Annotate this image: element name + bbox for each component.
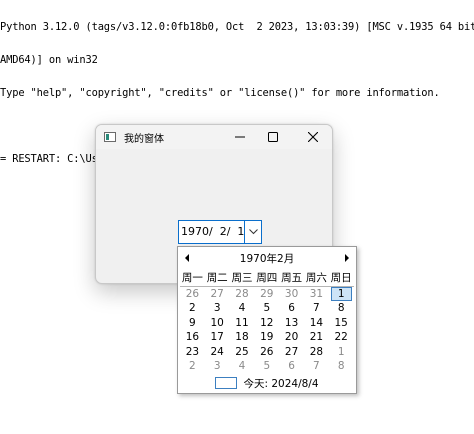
calendar-day[interactable]: 25: [230, 345, 255, 359]
calendar-day[interactable]: 8: [329, 359, 354, 373]
calendar-day[interactable]: 4: [230, 301, 255, 315]
app-window-icon: [104, 132, 116, 142]
maximize-button[interactable]: [254, 125, 292, 149]
calendar-week-row: 26 27 28 29 30 31 1: [180, 287, 354, 302]
title-bar[interactable]: 我的窗体: [96, 125, 332, 149]
calendar-day[interactable]: 26: [254, 345, 279, 359]
calendar-day[interactable]: 28: [304, 345, 329, 359]
calendar-day[interactable]: 18: [230, 330, 255, 344]
weekday-header-row: 周一 周二 周三 周四 周五 周六 周日: [180, 271, 354, 287]
calendar-day[interactable]: 11: [230, 316, 255, 330]
calendar-day[interactable]: 3: [205, 301, 230, 315]
calendar-day[interactable]: 1: [329, 345, 354, 359]
calendar-day[interactable]: 26: [180, 287, 205, 301]
chevron-down-icon: [248, 229, 258, 235]
shell-line: AMD64)] on win32: [0, 54, 98, 66]
close-icon: [308, 132, 318, 142]
calendar-day[interactable]: 16: [180, 330, 205, 344]
shell-line: Type "help", "copyright", "credits" or "…: [0, 87, 440, 99]
calendar-week-row: 23 24 25 26 27 28 1: [180, 345, 354, 359]
calendar-day[interactable]: 21: [304, 330, 329, 344]
date-dropdown-button[interactable]: [244, 221, 261, 243]
calendar-day[interactable]: 27: [279, 345, 304, 359]
calendar-day[interactable]: 7: [304, 359, 329, 373]
calendar-today[interactable]: 今天: 2024/8/4: [178, 374, 356, 392]
weekday-label: 周二: [206, 272, 228, 284]
triangle-right-icon[interactable]: [345, 254, 349, 262]
calendar-day[interactable]: 7: [304, 301, 329, 315]
calendar-day[interactable]: 2: [180, 301, 205, 315]
calendar-week-row: 2345678: [180, 359, 354, 373]
calendar-day[interactable]: 27: [205, 287, 230, 301]
calendar-day[interactable]: 19: [254, 330, 279, 344]
calendar-day[interactable]: 28: [230, 287, 255, 301]
calendar-header: 1970年2月: [178, 247, 356, 269]
today-label[interactable]: 今天: 2024/8/4: [243, 376, 318, 391]
date-entry-value[interactable]: 1970/ 2/ 1: [179, 221, 244, 243]
calendar-day[interactable]: 3: [205, 359, 230, 373]
calendar-day[interactable]: 17: [205, 330, 230, 344]
calendar-week-row: 9 10 11 12 13 14 15: [180, 316, 354, 330]
weekday-label: 周四: [256, 272, 278, 284]
window-title: 我的窗体: [124, 133, 164, 145]
close-button[interactable]: [294, 125, 332, 149]
calendar-popup: 1970年2月 周一 周二 周三 周四 周五 周六 周日 26 27 28 29 30 31 1 2 3 4 5 6…: [177, 246, 357, 394]
calendar-day[interactable]: 15: [329, 316, 354, 330]
calendar-month-label: 1970年2月: [239, 253, 295, 265]
minimize-icon: [235, 136, 245, 138]
calendar-day[interactable]: 13: [279, 316, 304, 330]
calendar-day[interactable]: 24: [205, 345, 230, 359]
calendar-day[interactable]: 2: [180, 359, 205, 373]
calendar-day[interactable]: 12: [254, 316, 279, 330]
calendar-day[interactable]: 30: [279, 287, 304, 301]
calendar-day[interactable]: 29: [254, 287, 279, 301]
calendar-day[interactable]: 5: [254, 359, 279, 373]
calendar-day[interactable]: 10: [205, 316, 230, 330]
calendar-day[interactable]: 9: [180, 316, 205, 330]
calendar-day[interactable]: 31: [304, 287, 329, 301]
calendar-day[interactable]: 6: [279, 301, 304, 315]
weekday-label: 周一: [181, 272, 203, 284]
calendar-day[interactable]: 20: [279, 330, 304, 344]
calendar-day[interactable]: 4: [230, 359, 255, 373]
calendar-week-row: 2345678: [180, 301, 354, 315]
weekday-label: 周六: [305, 272, 327, 284]
weekday-label: 周五: [281, 272, 303, 284]
calendar-day[interactable]: 6: [279, 359, 304, 373]
calendar-week-row: 16 17 18 19 20 21 22: [180, 330, 354, 344]
weekday-label: 周日: [330, 272, 352, 284]
today-marker-icon: [215, 377, 238, 389]
date-entry[interactable]: 1970/ 2/ 1: [178, 220, 262, 244]
calendar-grid: 周一 周二 周三 周四 周五 周六 周日 26 27 28 29 30 31 1 2 3 4 5 6 7 8 9 10 11 1…: [180, 271, 354, 373]
calendar-day[interactable]: 5: [254, 301, 279, 315]
calendar-day[interactable]: 8: [329, 301, 354, 315]
weekday-label: 周三: [231, 272, 253, 284]
maximize-icon: [268, 132, 278, 142]
calendar-day-selected[interactable]: 1: [330, 287, 352, 302]
calendar-day[interactable]: 23: [180, 345, 205, 359]
shell-line: Python 3.12.0 (tags/v3.12.0:0fb18b0, Oct…: [0, 21, 474, 33]
calendar-day[interactable]: 22: [329, 330, 354, 344]
calendar-day[interactable]: 14: [304, 316, 329, 330]
